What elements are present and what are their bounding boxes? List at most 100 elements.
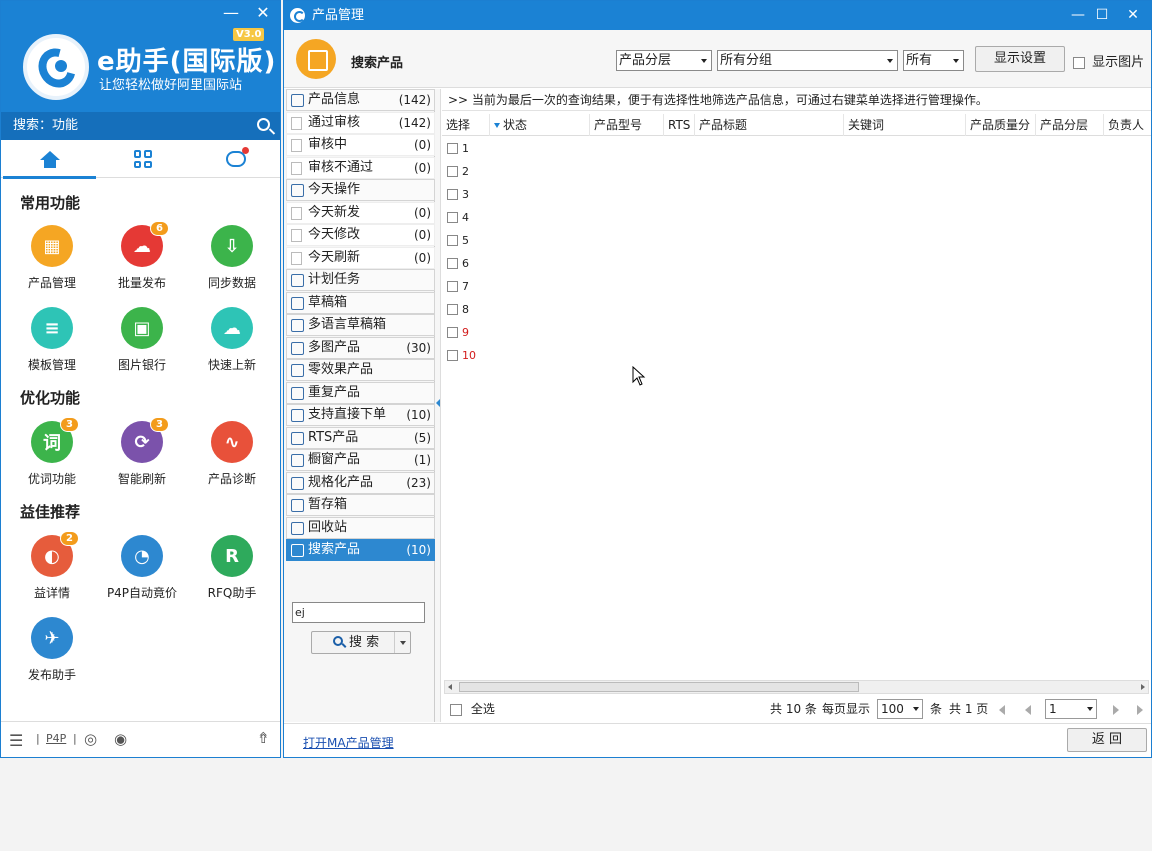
- function-search-bar[interactable]: 搜索：功能: [1, 112, 280, 140]
- row-checkbox[interactable]: [447, 143, 458, 154]
- function-cloud-upload[interactable]: ☁ 6 批量发布: [97, 221, 187, 291]
- function-image[interactable]: ▣ 图片银行: [97, 307, 187, 373]
- chevron-down-icon[interactable]: [400, 641, 406, 645]
- column-header[interactable]: 产品标题: [695, 114, 844, 136]
- headset-icon[interactable]: ◎: [84, 730, 97, 748]
- column-header[interactable]: 状态: [490, 114, 590, 136]
- show-images-toggle[interactable]: 显示图片: [1073, 51, 1144, 70]
- category-item[interactable]: 支持直接下单 (10): [286, 404, 435, 426]
- scrollbar-thumb[interactable]: [459, 682, 859, 692]
- row-checkbox[interactable]: [447, 212, 458, 223]
- search-icon[interactable]: [257, 118, 270, 131]
- collapse-arrow-icon[interactable]: [436, 399, 440, 407]
- tab-home[interactable]: [3, 140, 96, 179]
- table-row[interactable]: 2: [442, 160, 1151, 183]
- upload-icon[interactable]: ⇮: [257, 729, 270, 747]
- function-bird[interactable]: ✈ 发布助手: [7, 617, 97, 683]
- row-checkbox[interactable]: [447, 166, 458, 177]
- close-icon[interactable]: ✕: [253, 3, 273, 22]
- function-stethoscope[interactable]: ∿ 产品诊断: [187, 421, 277, 487]
- function-refresh[interactable]: ⟳ 3 智能刷新: [97, 417, 187, 487]
- category-item[interactable]: 多语言草稿箱: [286, 314, 435, 336]
- category-item[interactable]: 零效果产品: [286, 359, 435, 381]
- menu-icon[interactable]: ☰: [9, 731, 23, 750]
- function-word[interactable]: 词 3 优词功能: [7, 417, 97, 487]
- category-item[interactable]: 通过审核 (142): [286, 111, 435, 134]
- scroll-left-icon[interactable]: [448, 684, 452, 690]
- category-item[interactable]: 搜索产品 (10): [286, 539, 435, 561]
- category-item[interactable]: 橱窗产品 (1): [286, 449, 435, 471]
- show-images-checkbox[interactable]: [1073, 56, 1085, 69]
- select-all-toggle[interactable]: 全选: [450, 696, 495, 722]
- category-item[interactable]: RTS产品 (5): [286, 426, 435, 449]
- user-icon[interactable]: ◉: [114, 730, 127, 748]
- column-header[interactable]: 产品质量分: [966, 114, 1036, 136]
- category-item[interactable]: 审核中 (0): [286, 134, 435, 156]
- function-cloud[interactable]: ☁ 快速上新: [187, 307, 277, 373]
- category-item[interactable]: 多图产品 (30): [286, 336, 435, 359]
- open-ma-link[interactable]: 打开MA产品管理: [303, 734, 394, 751]
- column-header[interactable]: RTS: [664, 114, 695, 136]
- table-row[interactable]: 6: [442, 252, 1151, 275]
- category-item[interactable]: 今天操作: [286, 179, 435, 201]
- row-checkbox[interactable]: [447, 235, 458, 246]
- category-item[interactable]: 产品信息 (142): [286, 89, 435, 111]
- row-checkbox[interactable]: [447, 281, 458, 292]
- next-page-icon[interactable]: [1113, 705, 1119, 715]
- column-header[interactable]: 负责人: [1104, 114, 1152, 136]
- function-gauge[interactable]: ◔ P4P自动竟价: [97, 535, 187, 601]
- close-icon[interactable]: ✕: [1121, 1, 1145, 30]
- function-calendar[interactable]: ▦ 产品管理: [7, 225, 97, 291]
- panel-splitter[interactable]: [435, 89, 441, 722]
- table-row[interactable]: 1: [442, 137, 1151, 160]
- tab-apps[interactable]: [96, 140, 189, 178]
- category-item[interactable]: 审核不通过 (0): [286, 156, 435, 179]
- column-header[interactable]: 关键词: [844, 114, 966, 136]
- first-page-icon[interactable]: [999, 705, 1005, 715]
- back-button[interactable]: 返 回: [1067, 728, 1147, 752]
- category-item[interactable]: 重复产品: [286, 381, 435, 404]
- prev-page-icon[interactable]: [1025, 705, 1031, 715]
- last-page-icon[interactable]: [1137, 705, 1143, 715]
- table-row[interactable]: 5: [442, 229, 1151, 252]
- table-row[interactable]: 9: [442, 321, 1151, 344]
- maximize-icon[interactable]: ☐: [1090, 1, 1114, 30]
- scroll-right-icon[interactable]: [1141, 684, 1145, 690]
- table-row[interactable]: 10: [442, 344, 1151, 367]
- table-row[interactable]: 8: [442, 298, 1151, 321]
- select-all-checkbox[interactable]: [450, 703, 462, 716]
- function-r[interactable]: R RFQ助手: [187, 535, 277, 601]
- category-item[interactable]: 草稿箱: [286, 291, 435, 314]
- tab-messages[interactable]: [189, 140, 282, 178]
- page-select[interactable]: 1: [1045, 699, 1097, 719]
- row-checkbox[interactable]: [447, 304, 458, 315]
- function-download[interactable]: ⇩ 同步数据: [187, 225, 277, 291]
- display-settings-button[interactable]: 显示设置: [975, 46, 1065, 72]
- function-chrome[interactable]: ◐ 2 益详情: [7, 531, 97, 601]
- category-item[interactable]: 今天刷新 (0): [286, 246, 435, 269]
- search-button[interactable]: 搜 索: [311, 631, 411, 654]
- per-page-select[interactable]: 100: [877, 699, 923, 719]
- group-select[interactable]: 所有分组: [717, 50, 898, 71]
- category-item[interactable]: 规格化产品 (23): [286, 471, 435, 494]
- column-header[interactable]: 产品型号: [590, 114, 664, 136]
- column-header[interactable]: 产品分层: [1036, 114, 1104, 136]
- product-search-input[interactable]: ej: [292, 602, 425, 623]
- row-checkbox[interactable]: [447, 189, 458, 200]
- column-header[interactable]: 选择: [442, 114, 490, 136]
- table-row[interactable]: 4: [442, 206, 1151, 229]
- category-item[interactable]: 今天修改 (0): [286, 224, 435, 246]
- scope-select[interactable]: 所有: [903, 50, 964, 71]
- horizontal-scrollbar[interactable]: [444, 680, 1149, 694]
- row-checkbox[interactable]: [447, 258, 458, 269]
- minimize-icon[interactable]: —: [221, 3, 241, 22]
- p4p-link[interactable]: P4P: [46, 732, 66, 745]
- function-list[interactable]: ≡ 模板管理: [7, 307, 97, 373]
- table-row[interactable]: 3: [442, 183, 1151, 206]
- layer-select[interactable]: 产品分层: [616, 50, 712, 71]
- category-item[interactable]: 回收站: [286, 516, 435, 539]
- category-item[interactable]: 今天新发 (0): [286, 201, 435, 224]
- table-row[interactable]: 7: [442, 275, 1151, 298]
- category-item[interactable]: 计划任务: [286, 269, 435, 291]
- category-item[interactable]: 暂存箱: [286, 494, 435, 516]
